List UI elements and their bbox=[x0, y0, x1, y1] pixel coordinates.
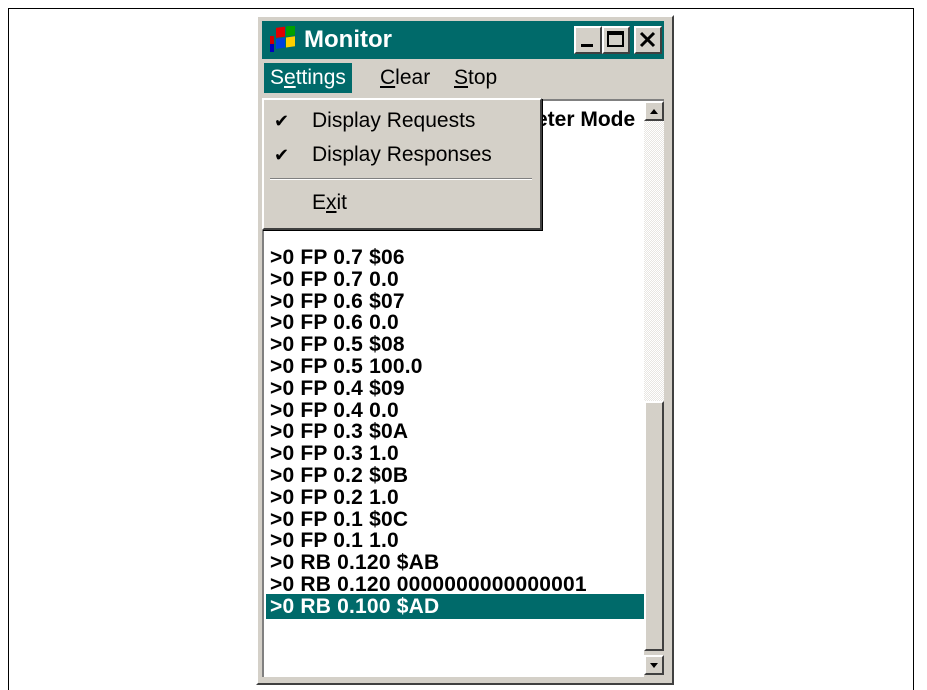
arrow-up-icon bbox=[650, 109, 658, 114]
maximize-button[interactable] bbox=[602, 26, 630, 54]
column-header: eter Mode bbox=[536, 108, 636, 131]
menu-display-requests[interactable]: ✔ Display Requests bbox=[264, 104, 540, 138]
title-bar[interactable]: Monitor bbox=[262, 21, 664, 59]
menu-stop-label: top bbox=[468, 66, 498, 89]
settings-dropdown-menu: ✔ Display Requests ✔ Display Responses E… bbox=[262, 98, 542, 230]
close-button[interactable] bbox=[634, 26, 662, 54]
arrow-down-icon bbox=[650, 663, 658, 668]
menu-separator bbox=[270, 178, 532, 180]
menu-exit[interactable]: Exit bbox=[264, 186, 540, 220]
close-icon bbox=[639, 31, 656, 48]
menu-settings-label-a: S bbox=[270, 66, 285, 89]
exit-label: Exit bbox=[312, 186, 347, 220]
menu-clear[interactable]: Clear bbox=[374, 63, 436, 93]
menu-clear-mnemonic: C bbox=[380, 66, 396, 89]
scroll-thumb[interactable] bbox=[644, 401, 664, 651]
menu-bar: Settings Clear Stop bbox=[262, 61, 664, 95]
minimize-button[interactable] bbox=[574, 26, 602, 54]
scroll-down-button[interactable] bbox=[644, 655, 664, 675]
menu-stop[interactable]: Stop bbox=[448, 63, 503, 93]
log-line[interactable]: >0 RB 0.100 $AD bbox=[266, 593, 650, 619]
window-title: Monitor bbox=[304, 26, 392, 53]
scroll-track[interactable] bbox=[644, 121, 664, 401]
display-responses-label: Display Responses bbox=[312, 143, 492, 166]
display-requests-label: Display Requests bbox=[312, 109, 476, 132]
menu-settings[interactable]: Settings bbox=[264, 63, 352, 93]
menu-stop-mnemonic: S bbox=[454, 66, 469, 89]
scroll-up-button[interactable] bbox=[644, 101, 664, 121]
exit-mnemonic: x bbox=[326, 191, 337, 214]
maximize-icon bbox=[607, 31, 624, 47]
menu-settings-label-b: ttings bbox=[295, 66, 346, 89]
exit-label-b: it bbox=[336, 191, 348, 214]
minimize-icon bbox=[581, 44, 593, 47]
checkmark-icon: ✔ bbox=[274, 111, 290, 131]
menu-display-responses[interactable]: ✔ Display Responses bbox=[264, 138, 540, 172]
windows-flag-icon bbox=[270, 26, 295, 52]
menu-clear-label: lear bbox=[395, 66, 431, 89]
checkmark-icon: ✔ bbox=[274, 145, 290, 165]
menu-settings-mnemonic: e bbox=[284, 66, 296, 89]
exit-label-a: E bbox=[312, 191, 327, 214]
vertical-scrollbar[interactable] bbox=[644, 101, 664, 677]
